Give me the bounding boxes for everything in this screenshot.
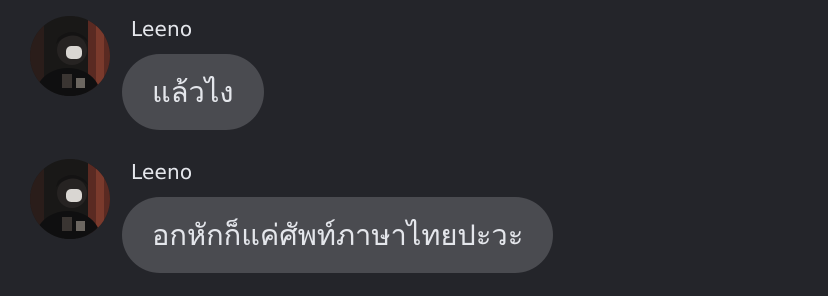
avatar[interactable] (30, 159, 110, 239)
chat-message: Leeno อกหักก็แค่ศัพท์ภาษาไทยปะวะ (0, 157, 828, 296)
message-bubble[interactable]: แล้วไง (122, 54, 264, 130)
avatar[interactable] (30, 16, 110, 96)
chat-message: Leeno แล้วไง (0, 14, 828, 154)
user-photo-avatar-icon (30, 16, 110, 96)
user-photo-avatar-icon (30, 159, 110, 239)
sender-name: Leeno (131, 17, 193, 41)
sender-name: Leeno (131, 160, 193, 184)
message-bubble[interactable]: อกหักก็แค่ศัพท์ภาษาไทยปะวะ (122, 197, 554, 273)
